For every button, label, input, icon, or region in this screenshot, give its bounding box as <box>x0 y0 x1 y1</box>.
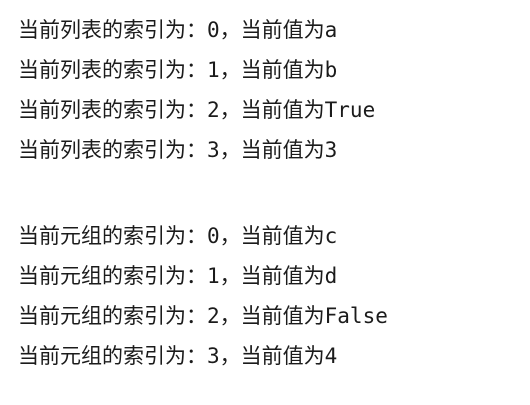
output-line-tuple-1: 当前元组的索引为：1，当前值为d <box>18 264 338 288</box>
output-line-list-1: 当前列表的索引为：1，当前值为b <box>18 58 338 82</box>
console-output: 当前列表的索引为：0，当前值为a 当前列表的索引为：1，当前值为b 当前列表的索… <box>18 10 518 376</box>
output-line-list-0: 当前列表的索引为：0，当前值为a <box>18 18 338 42</box>
output-line-tuple-2: 当前元组的索引为：2，当前值为False <box>18 304 388 328</box>
output-line-list-3: 当前列表的索引为：3，当前值为3 <box>18 138 338 162</box>
output-line-tuple-0: 当前元组的索引为：0，当前值为c <box>18 224 338 248</box>
output-line-tuple-3: 当前元组的索引为：3，当前值为4 <box>18 344 338 368</box>
output-line-list-2: 当前列表的索引为：2，当前值为True <box>18 98 376 122</box>
